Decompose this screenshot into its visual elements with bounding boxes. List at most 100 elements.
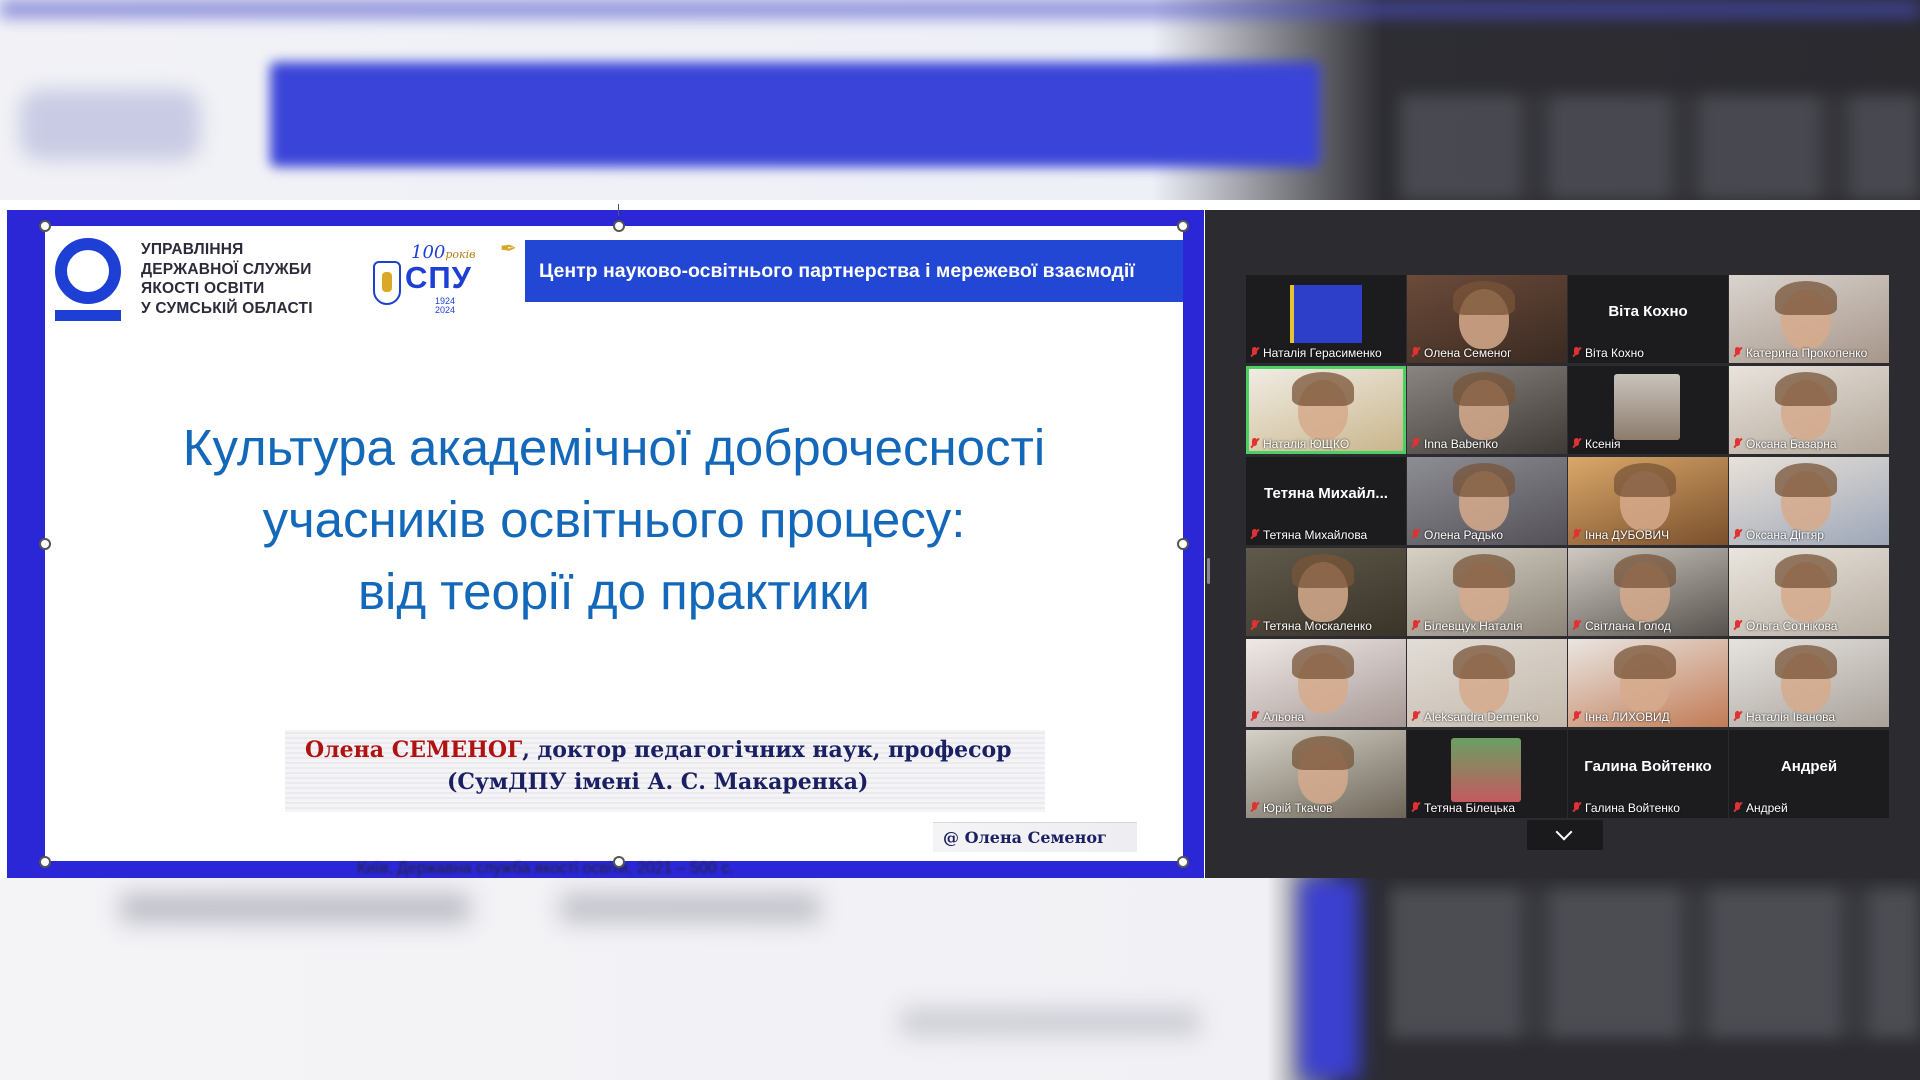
participant-name: Ольга Сотнікова	[1733, 619, 1885, 633]
participant-tile[interactable]: Ольга Сотнікова	[1729, 548, 1889, 636]
quality-service-logo-bar	[55, 310, 121, 321]
author-name: Олена СЕМЕНОГ	[305, 737, 523, 763]
participant-photo	[1614, 374, 1680, 440]
participant-hair	[1453, 372, 1515, 406]
participant-name: Юрій Ткачов	[1250, 801, 1402, 815]
resize-handle-top-right[interactable]	[1177, 220, 1189, 232]
participant-tile[interactable]: Катерина Прокопенко	[1729, 275, 1889, 363]
participant-name-text: Ксенія	[1585, 437, 1621, 451]
participant-name-text: Катерина Прокопенко	[1746, 346, 1868, 360]
participant-name: Тетяна Михайлова	[1250, 528, 1402, 542]
resize-handle-bottom[interactable]	[613, 856, 625, 868]
participant-display-name: Галина Войтенко	[1584, 758, 1712, 775]
participant-display-name: Віта Кохно	[1608, 303, 1688, 320]
participant-name: Оксана Базарна	[1733, 437, 1885, 451]
participant-tile[interactable]: Aleksandra Demenko	[1407, 639, 1567, 727]
mic-muted-icon	[1733, 347, 1742, 358]
participant-hair	[1453, 463, 1515, 497]
panel-splitter[interactable]	[1207, 558, 1210, 584]
mic-muted-icon	[1733, 802, 1742, 813]
participant-hair	[1614, 554, 1676, 588]
participant-tile[interactable]: Білевщук Наталія	[1407, 548, 1567, 636]
participant-tile[interactable]: Юрій Ткачов	[1246, 730, 1406, 818]
participant-hair	[1292, 372, 1354, 406]
participant-tile[interactable]: Inna Babenko	[1407, 366, 1567, 454]
feather-icon: ✒	[500, 238, 517, 260]
participant-name-text: Aleksandra Demenko	[1424, 710, 1539, 724]
resize-handle-bottom-right[interactable]	[1177, 856, 1189, 868]
center-banner: Центр науково-освітнього партнерства і м…	[525, 240, 1183, 302]
mic-muted-icon	[1250, 711, 1259, 722]
resize-handle-left[interactable]	[39, 538, 51, 550]
mic-muted-icon	[1572, 620, 1581, 631]
participant-hair	[1614, 645, 1676, 679]
spu-dates: 1924 2024	[435, 296, 456, 315]
participant-name: Андрей	[1733, 801, 1885, 815]
slide-title: Культура академічної доброчесності учасн…	[182, 419, 1046, 620]
background-blur-blue	[1300, 878, 1360, 1080]
participant-name-text: Світлана Голод	[1585, 619, 1671, 633]
mic-muted-icon	[1572, 802, 1581, 813]
participant-name: Олена Семеног	[1411, 346, 1563, 360]
mic-muted-icon	[1411, 620, 1420, 631]
shared-screen[interactable]: УПРАВЛІННЯ ДЕРЖАВНОЇ СЛУЖБИ ЯКОСТІ ОСВІТ…	[7, 204, 1204, 878]
participant-hair	[1775, 463, 1837, 497]
org-name: УПРАВЛІННЯ ДЕРЖАВНОЇ СЛУЖБИ ЯКОСТІ ОСВІТ…	[141, 241, 313, 317]
participant-name-text: Білевщук Наталія	[1424, 619, 1523, 633]
presentation-slide[interactable]: УПРАВЛІННЯ ДЕРЖАВНОЇ СЛУЖБИ ЯКОСТІ ОСВІТ…	[45, 226, 1183, 861]
participant-name: Тетяна Москаленко	[1250, 619, 1402, 633]
mic-muted-icon	[1572, 347, 1581, 358]
background-blur-tiles	[1400, 95, 1920, 200]
resize-handle-right[interactable]	[1177, 538, 1189, 550]
participant-name-text: Олена Семеног	[1424, 346, 1512, 360]
participant-tile[interactable]: Наталія Іванова	[1729, 639, 1889, 727]
participant-name-text: Юрій Ткачов	[1263, 801, 1333, 815]
blurred-caption: Київ, Державна служба якості освіти, 202…	[357, 860, 734, 877]
participant-tile[interactable]: Оксана Дігтяр	[1729, 457, 1889, 545]
participant-name-text: Inna Babenko	[1424, 437, 1499, 451]
participant-tile[interactable]: Інна ДУБОВИЧ	[1568, 457, 1728, 545]
participant-tile[interactable]: Наталія ЮЩКО	[1246, 366, 1406, 454]
participant-name: Тетяна Білецька	[1411, 801, 1563, 815]
participant-tile[interactable]: Світлана Голод	[1568, 548, 1728, 636]
resize-handle-top[interactable]	[613, 220, 625, 232]
participant-tile[interactable]: Тетяна Білецька	[1407, 730, 1567, 818]
participant-tile[interactable]: Тетяна Михайл... Тетяна Михайлова	[1246, 457, 1406, 545]
participant-tile[interactable]: Олена Радько	[1407, 457, 1567, 545]
participant-tile[interactable]: Галина Войтенко Галина Войтенко	[1568, 730, 1728, 818]
participant-name-text: Наталія ЮЩКО	[1263, 437, 1350, 451]
participant-tile[interactable]: Інна ЛИХОВИД	[1568, 639, 1728, 727]
participant-display-name: Андрей	[1780, 758, 1838, 775]
participant-grid: Наталія Герасименко Олена Семеног Віта Кох…	[1246, 275, 1896, 819]
participant-tile[interactable]: Тетяна Москаленко	[1246, 548, 1406, 636]
participant-name: Інна ЛИХОВИД	[1572, 710, 1724, 724]
participant-tile[interactable]: Альона	[1246, 639, 1406, 727]
mic-muted-icon	[1250, 529, 1259, 540]
participant-name-text: Оксана Базарна	[1746, 437, 1837, 451]
spu-abbr: СПУ	[405, 260, 472, 295]
resize-handle-top-left[interactable]	[39, 220, 51, 232]
participant-hair	[1775, 645, 1837, 679]
more-participants-button[interactable]	[1527, 820, 1603, 850]
participant-photo	[1451, 738, 1521, 802]
participant-tile[interactable]: Олена Семеног	[1407, 275, 1567, 363]
participant-name: Білевщук Наталія	[1411, 619, 1563, 633]
participant-name-text: Тетяна Москаленко	[1263, 619, 1372, 633]
mic-muted-icon	[1572, 438, 1581, 449]
participant-hair	[1453, 281, 1515, 315]
participant-name: Віта Кохно	[1572, 346, 1724, 360]
participant-name-text: Тетяна Білецька	[1424, 801, 1516, 815]
participant-name-text: Інна ДУБОВИЧ	[1585, 528, 1670, 542]
rotate-handle[interactable]	[618, 204, 619, 216]
participant-name-text: Наталія Герасименко	[1263, 346, 1382, 360]
participant-name-text: Ольга Сотнікова	[1746, 619, 1838, 633]
participant-tile[interactable]: Ксенія	[1568, 366, 1728, 454]
meeting-view: УПРАВЛІННЯ ДЕРЖАВНОЇ СЛУЖБИ ЯКОСТІ ОСВІТ…	[0, 200, 1920, 878]
resize-handle-bottom-left[interactable]	[39, 856, 51, 868]
participant-tile[interactable]: Андрей Андрей	[1729, 730, 1889, 818]
participant-tile[interactable]: Віта Кохно Віта Кохно	[1568, 275, 1728, 363]
participant-hair	[1614, 463, 1676, 497]
participant-tile[interactable]: Наталія Герасименко	[1246, 275, 1406, 363]
participant-tile[interactable]: Оксана Базарна	[1729, 366, 1889, 454]
participant-name: Наталія Герасименко	[1250, 346, 1402, 360]
